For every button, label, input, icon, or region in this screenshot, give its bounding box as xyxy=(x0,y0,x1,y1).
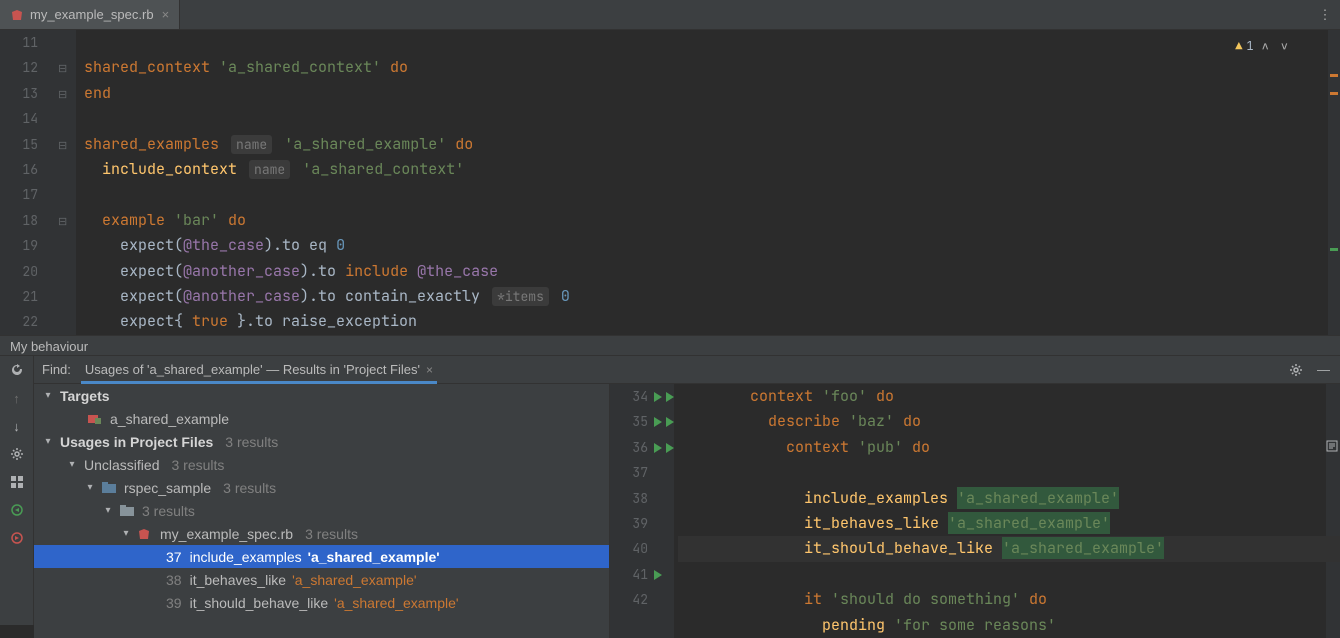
settings-icon[interactable] xyxy=(9,446,25,462)
tree-usages-node[interactable]: ▾ Usages in Project Files 3 results xyxy=(34,430,609,453)
more-menu-icon[interactable]: ⋮ xyxy=(1310,0,1340,29)
ruby-file-icon xyxy=(10,8,24,22)
usage-preview[interactable]: 343536373839404142 context 'foo' do desc… xyxy=(610,384,1340,638)
close-icon[interactable]: × xyxy=(160,7,172,22)
close-icon[interactable]: × xyxy=(426,363,433,377)
code-area[interactable]: shared_context 'a_shared_context' doends… xyxy=(76,30,1340,335)
ruby-file-icon xyxy=(138,528,154,540)
editor-gutter: 111213141516171819202122 xyxy=(0,30,56,335)
tree-dir-node[interactable]: ▾ 3 results xyxy=(34,499,609,522)
editor-tab[interactable]: my_example_spec.rb × xyxy=(0,0,180,29)
editor[interactable]: 111213141516171819202122 ⊟⊟⊟⊟ shared_con… xyxy=(0,30,1340,335)
module-icon xyxy=(102,482,118,494)
find-label: Find: xyxy=(42,362,71,377)
structure-path-bar: My behaviour xyxy=(0,335,1340,356)
tree-targets-node[interactable]: ▾ Targets xyxy=(34,384,609,407)
editor-tab-bar: my_example_spec.rb × ⋮ xyxy=(0,0,1340,30)
inspection-badge[interactable]: ▲ 1 ∧ ∨ xyxy=(1235,38,1292,54)
prev-highlight-icon[interactable]: ∧ xyxy=(1258,38,1273,54)
usage-result-row[interactable]: 38 it_behaves_like 'a_shared_example' xyxy=(34,568,609,591)
next-occurrence-icon[interactable]: ↓ xyxy=(9,418,25,434)
warning-count: 1 xyxy=(1246,38,1253,54)
error-stripe[interactable] xyxy=(1328,30,1340,335)
editor-tab-label: my_example_spec.rb xyxy=(30,7,154,22)
toolwindow-settings-icon[interactable] xyxy=(1289,363,1303,377)
preview-code[interactable]: context 'foo' do describe 'baz' do conte… xyxy=(674,384,1340,638)
warning-icon: ▲ xyxy=(1235,38,1242,54)
export-icon[interactable] xyxy=(9,530,25,546)
target-icon xyxy=(88,413,104,425)
tree-file-node[interactable]: ▾ my_example_spec.rb 3 results xyxy=(34,522,609,545)
next-highlight-icon[interactable]: ∨ xyxy=(1277,38,1292,54)
usage-result-row[interactable]: 37 include_examples 'a_shared_example' xyxy=(34,545,609,568)
rerun-icon[interactable] xyxy=(9,362,25,378)
tree-unclassified-node[interactable]: ▾ Unclassified 3 results xyxy=(34,453,609,476)
find-results-tab[interactable]: Usages of 'a_shared_example' — Results i… xyxy=(81,356,437,383)
tree-module-node[interactable]: ▾ rspec_sample 3 results xyxy=(34,476,609,499)
find-tab-label: Usages of 'a_shared_example' — Results i… xyxy=(85,362,420,377)
usage-result-row[interactable]: 39 it_should_behave_like 'a_shared_examp… xyxy=(34,591,609,614)
hide-toolwindow-icon[interactable]: — xyxy=(1317,362,1330,377)
merge-icon[interactable] xyxy=(9,502,25,518)
folder-icon xyxy=(120,505,136,517)
find-toolbar: ↑ ↓ xyxy=(0,356,34,625)
preview-gutter: 343536373839404142 xyxy=(610,384,652,638)
group-by-icon[interactable] xyxy=(9,474,25,490)
usages-tree[interactable]: ▾ Targets a_shared_example ▾ Usages in P… xyxy=(34,384,610,638)
preview-run-gutter xyxy=(652,384,674,638)
tree-target-item[interactable]: a_shared_example xyxy=(34,407,609,430)
fold-gutter: ⊟⊟⊟⊟ xyxy=(56,30,76,335)
find-usages-panel: ↑ ↓ Find: Usages of 'a_shared_example' —… xyxy=(0,356,1340,625)
find-header: Find: Usages of 'a_shared_example' — Res… xyxy=(34,356,1340,384)
prev-occurrence-icon[interactable]: ↑ xyxy=(9,390,25,406)
